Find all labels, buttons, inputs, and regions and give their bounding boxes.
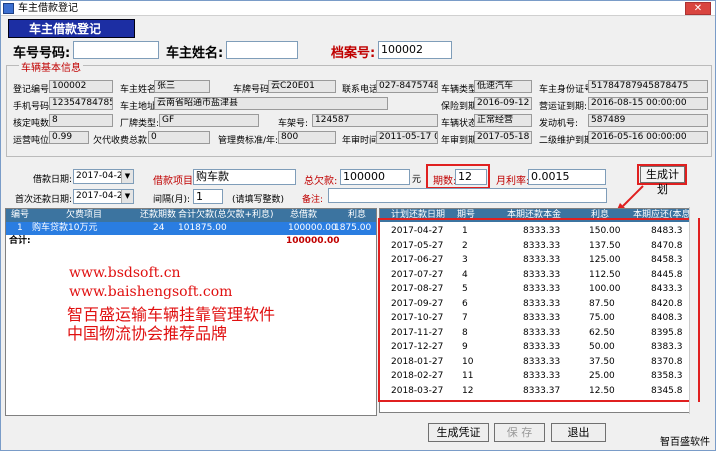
archive-number-input[interactable]: 100002 (378, 41, 452, 59)
cell-periods: 24 (153, 223, 165, 233)
cell-interest: 1875.00 (334, 223, 372, 233)
periods-input[interactable]: 12 (455, 169, 487, 185)
engine-field: 587489 (588, 114, 708, 127)
interval-hint: (请填写整数) (232, 195, 285, 205)
loan-item-label: 借款项目: (153, 176, 197, 187)
dropdown-arrow-icon[interactable]: ▼ (121, 170, 133, 183)
interval-label: 间隔(月): (153, 195, 191, 205)
unit-label: 元 (412, 175, 422, 185)
exit-button[interactable]: 退出 (551, 423, 606, 442)
first-repay-label: 首次还款日期: (15, 195, 73, 205)
col-item[interactable]: 欠费项目 (66, 209, 102, 222)
generate-voucher-button[interactable]: 生成凭证 (428, 423, 489, 442)
watermark-slogan: 中国物流协会推荐品牌 (67, 324, 228, 343)
owed-label: 欠代收费总款: (93, 136, 151, 146)
loan-date-label: 借款日期: (33, 175, 73, 185)
annual-field: 2017-05-18 00:0 (474, 131, 532, 144)
watermark-url-1: www.bsdsoft.cn (69, 265, 181, 281)
id-label: 车主身份证号 (539, 85, 594, 95)
col-loan[interactable]: 总借款 (290, 209, 317, 222)
phone-field: 027-8475748 (376, 80, 438, 93)
total-label: 合计: (9, 236, 31, 246)
plate-field: 云C20E01 (268, 80, 336, 93)
group-title: 车辆基本信息 (19, 59, 83, 74)
address-field: 云南省昭通市盐津县 (154, 97, 388, 110)
total-debt-label: 总欠款: (304, 176, 338, 187)
first-repay-date-picker[interactable]: 2017-04-27 ▼ (73, 189, 134, 204)
loan-date-picker[interactable]: 2017-04-27 ▼ (73, 169, 134, 184)
monthly-rate-label: 月利率: (496, 176, 530, 187)
dropdown-arrow-icon[interactable]: ▼ (121, 190, 133, 203)
brand-field: GF (159, 114, 259, 127)
mobile-label: 手机号码: (13, 102, 53, 112)
total-loan-value: 100000.00 (286, 236, 340, 246)
plan-highlight-box (378, 218, 700, 402)
mgmt-fee-field: 800 (278, 131, 336, 144)
interval-input[interactable]: 1 (193, 189, 223, 204)
generate-plan-button[interactable]: 生成计划 (640, 166, 685, 196)
remark-input[interactable] (328, 188, 607, 203)
plate-label-small: 车牌号码: (233, 85, 273, 95)
col-no[interactable]: 编号 (11, 209, 29, 222)
remark-label: 备注: (302, 195, 324, 205)
plate-number-input[interactable] (73, 41, 159, 59)
insurance-field: 2016-09-12 00:0 (474, 97, 532, 110)
archive-label: 档案号: (331, 46, 376, 61)
form-banner: 车主借款登记 (8, 19, 135, 38)
owed-field: 0 (148, 131, 210, 144)
app-icon (3, 3, 14, 14)
owner-field: 张三 (154, 80, 210, 93)
maintenance-field: 2016-05-16 00:00:00 (588, 131, 708, 144)
close-button[interactable]: ✕ (685, 2, 711, 15)
cell-item: 购车贷款10万元 (32, 223, 98, 233)
total-debt-input[interactable]: 100000 (340, 169, 410, 185)
col-periods[interactable]: 还款期数 (140, 209, 176, 222)
mgmt-fee-label: 管理费标准/年: (218, 136, 279, 146)
periods-label: 期数: (433, 176, 457, 187)
inspect-field: 2011-05-17 00:00 (376, 131, 438, 144)
monthly-rate-input[interactable]: 0.0015 (528, 169, 606, 185)
frame-field: 124587 (312, 114, 438, 127)
total-row: 合计: 100000.00 (6, 235, 376, 248)
id-field: 51784787945878475 (588, 80, 708, 93)
col-sum[interactable]: 合计欠款(总欠款+利息) (178, 209, 274, 222)
grid-header: 编号 欠费项目 还款期数 合计欠款(总欠款+利息) 总借款 利息 (6, 209, 376, 222)
watermark-url-2: www.baishengsoft.com (69, 284, 233, 300)
cell-sum: 101875.00 (178, 223, 227, 233)
loan-item-input[interactable]: 购车款 (193, 169, 296, 185)
fee-label: 运营吨位: (13, 136, 53, 146)
loan-registration-window: 车主借款登记 ✕ 车主借款登记 车号号码: 车主姓名: 档案号: 100002 … (0, 0, 716, 451)
save-button[interactable]: 保 存 (494, 423, 545, 442)
operating-permit-field: 2016-08-15 00:00:00 (588, 97, 708, 110)
tons-field: 8 (49, 114, 113, 127)
cell-loan: 100000.00 (288, 223, 337, 233)
mobile-field: 12354784785 (49, 97, 113, 110)
vehicle-basic-info-group: 车辆基本信息 登记编号: 100002 车主姓名: 张三 车牌号码: 云C20E… (6, 59, 712, 157)
operating-permit-label: 营运证到期: (539, 102, 588, 112)
frame-label: 车架号: (278, 119, 309, 129)
title-bar: 车主借款登记 ✕ (1, 1, 715, 16)
owner-name-label: 车主姓名: (166, 46, 224, 61)
engine-label: 发动机号: (539, 119, 579, 129)
owner-name-input[interactable] (226, 41, 298, 59)
reg-no-label: 登记编号: (13, 85, 53, 95)
tons-label: 核定吨数: (13, 119, 53, 129)
fee-field: 0.99 (49, 131, 89, 144)
col-interest[interactable]: 利息 (348, 209, 366, 222)
table-row[interactable]: 1 购车贷款10万元 24 101875.00 100000.00 1875.0… (6, 222, 376, 235)
plan-scrollbar[interactable] (689, 207, 698, 414)
brand-footer: 智百盛软件 (660, 437, 710, 448)
brand-label: 厂牌类型: (120, 119, 160, 129)
window-title: 车主借款登记 (18, 3, 78, 14)
reg-no-field: 100002 (49, 80, 113, 93)
vehicle-type-field: 低速汽车 (474, 80, 532, 93)
vehicle-status-field: 正常经营 (474, 114, 532, 127)
cell-no: 1 (17, 223, 23, 233)
